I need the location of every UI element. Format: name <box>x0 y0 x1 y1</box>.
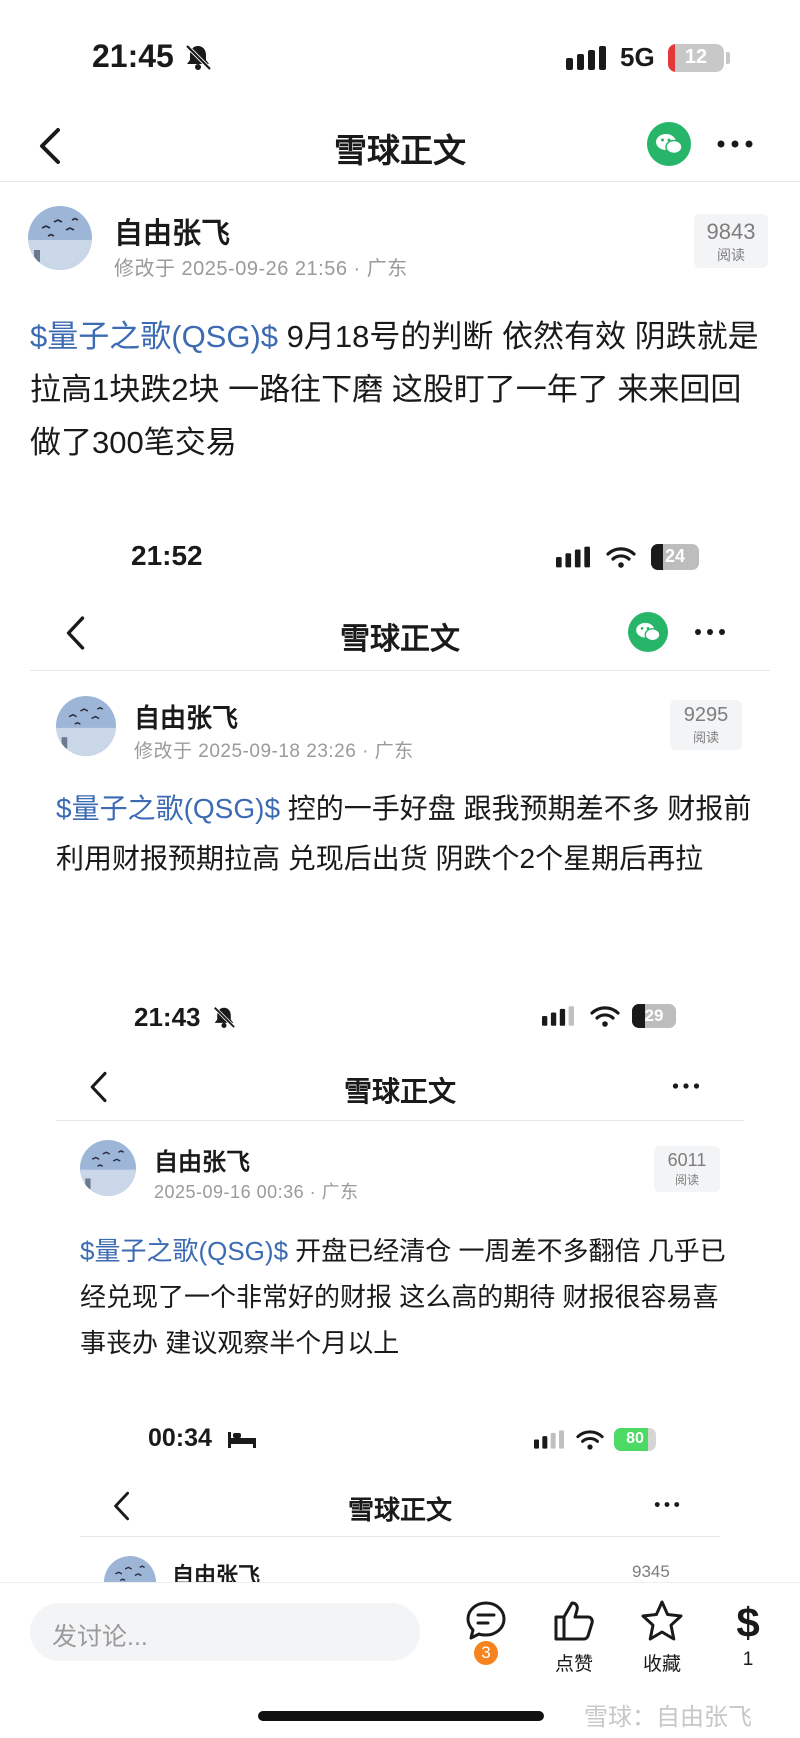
post-body: $量子之歌(QSG)$ 控的一手好盘 跟我预期差不多 财报前利用财报预期拉高 兑… <box>56 784 756 884</box>
battery-tip <box>726 52 730 64</box>
post-body: $量子之歌(QSG)$ 开盘已经清仓 一周差不多翻倍 几乎已经兑现了一个非常好的… <box>80 1228 740 1366</box>
read-count-badge: 9843 阅读 <box>694 214 768 268</box>
comment-button[interactable] <box>446 1599 526 1643</box>
battery-percent: 80 <box>626 1430 644 1447</box>
post-meta: 2025-09-16 00:36 · 广东 <box>154 1182 359 1202</box>
wechat-icon[interactable] <box>628 612 668 652</box>
battery-percent: 29 <box>644 1006 664 1025</box>
comment-count-badge: 3 <box>474 1641 498 1665</box>
stock-link[interactable]: $量子之歌(QSG)$ <box>80 1236 288 1266</box>
star-icon <box>641 1600 683 1641</box>
more-icon[interactable] <box>670 1079 702 1093</box>
author-name[interactable]: 自由张飞 <box>134 698 238 735</box>
battery-percent: 12 <box>684 46 708 68</box>
divider <box>56 1120 744 1121</box>
bell-off-icon <box>185 44 212 70</box>
battery-indicator: 80 <box>614 1428 656 1451</box>
shot2-title: 雪球正文 <box>343 1076 456 1107</box>
nav-bar: 雪球正文 <box>0 110 800 182</box>
shot2-time: 21:43 <box>134 1002 201 1032</box>
svg-text:$: $ <box>736 1599 759 1643</box>
avatar[interactable] <box>80 1140 136 1196</box>
signal-icon <box>534 1430 564 1449</box>
wifi-icon <box>606 547 636 568</box>
post-meta: 修改于 2025-09-26 21:56 · 广东 <box>114 258 408 280</box>
author-name[interactable]: 自由张飞 <box>114 210 230 252</box>
shot1-title: 雪球正文 <box>340 623 460 656</box>
read-label: 阅读 <box>674 1173 699 1187</box>
shot1-time: 21:52 <box>131 540 203 571</box>
read-count-badge: 6011 阅读 <box>654 1146 720 1192</box>
battery-percent: 24 <box>664 546 686 566</box>
back-icon[interactable] <box>86 1070 112 1104</box>
reward-count: 1 <box>742 1649 754 1670</box>
favorite-button[interactable]: 收藏 <box>622 1599 702 1676</box>
read-label: 阅读 <box>717 247 745 263</box>
bed-icon <box>228 1432 256 1448</box>
back-icon[interactable] <box>62 614 90 652</box>
more-icon[interactable] <box>652 1498 682 1511</box>
bottom-bar: 发讨论... 3 点赞 收藏 $ 1 雪球：自由张飞 <box>0 1582 800 1738</box>
more-icon[interactable] <box>692 624 728 640</box>
status-time: 21:45 <box>92 38 174 74</box>
home-indicator <box>258 1711 544 1721</box>
more-icon[interactable] <box>714 134 756 154</box>
reward-button[interactable]: $ 1 <box>708 1599 788 1671</box>
like-icon <box>554 1601 594 1641</box>
divider <box>30 670 770 671</box>
wifi-icon <box>576 1430 604 1450</box>
signal-icon <box>556 546 590 568</box>
read-count: 9843 <box>706 219 756 244</box>
battery-indicator: 24 <box>651 544 699 570</box>
watermark: 雪球：自由张飞 <box>584 1704 752 1731</box>
read-count: 9295 <box>683 704 729 726</box>
signal-icon <box>542 1006 574 1026</box>
read-label: 阅读 <box>692 730 719 745</box>
like-button[interactable]: 点赞 <box>534 1599 614 1676</box>
avatar[interactable] <box>28 206 92 270</box>
battery-indicator: 29 <box>632 1004 676 1028</box>
author-name[interactable]: 自由张飞 <box>154 1142 250 1177</box>
back-icon[interactable] <box>110 1490 134 1522</box>
comment-placeholder: 发讨论... <box>52 1623 148 1651</box>
wifi-icon <box>590 1006 620 1027</box>
signal-icon <box>566 46 606 70</box>
network-type: 5G <box>620 42 655 72</box>
dollar-icon: $ <box>736 1599 759 1643</box>
stock-link[interactable]: $量子之歌(QSG)$ <box>30 319 278 354</box>
comment-input[interactable]: 发讨论... <box>30 1603 420 1661</box>
like-label: 点赞 <box>554 1654 593 1675</box>
post-meta: 修改于 2025-09-18 23:26 · 广东 <box>134 741 414 762</box>
comment-icon <box>466 1601 506 1640</box>
status-bar: 21:45 5G 12 <box>0 0 800 110</box>
post-body: $量子之歌(QSG)$ 9月18号的判断 依然有效 阴跌就是 拉高1块跌2块 一… <box>30 310 770 469</box>
favorite-label: 收藏 <box>642 1654 681 1675</box>
read-count-badge: 9295 阅读 <box>670 700 742 750</box>
stock-link[interactable]: $量子之歌(QSG)$ <box>56 793 280 824</box>
shot3-title: 雪球正文 <box>347 1495 452 1525</box>
divider <box>80 1536 720 1537</box>
wechat-icon[interactable] <box>647 122 691 166</box>
avatar[interactable] <box>56 696 116 756</box>
read-count: 6011 <box>667 1150 707 1170</box>
shot3-time: 00:34 <box>148 1424 212 1452</box>
bell-off-icon <box>213 1006 236 1028</box>
battery-indicator: 12 <box>668 44 724 72</box>
read-count: 9345 <box>632 1562 670 1581</box>
